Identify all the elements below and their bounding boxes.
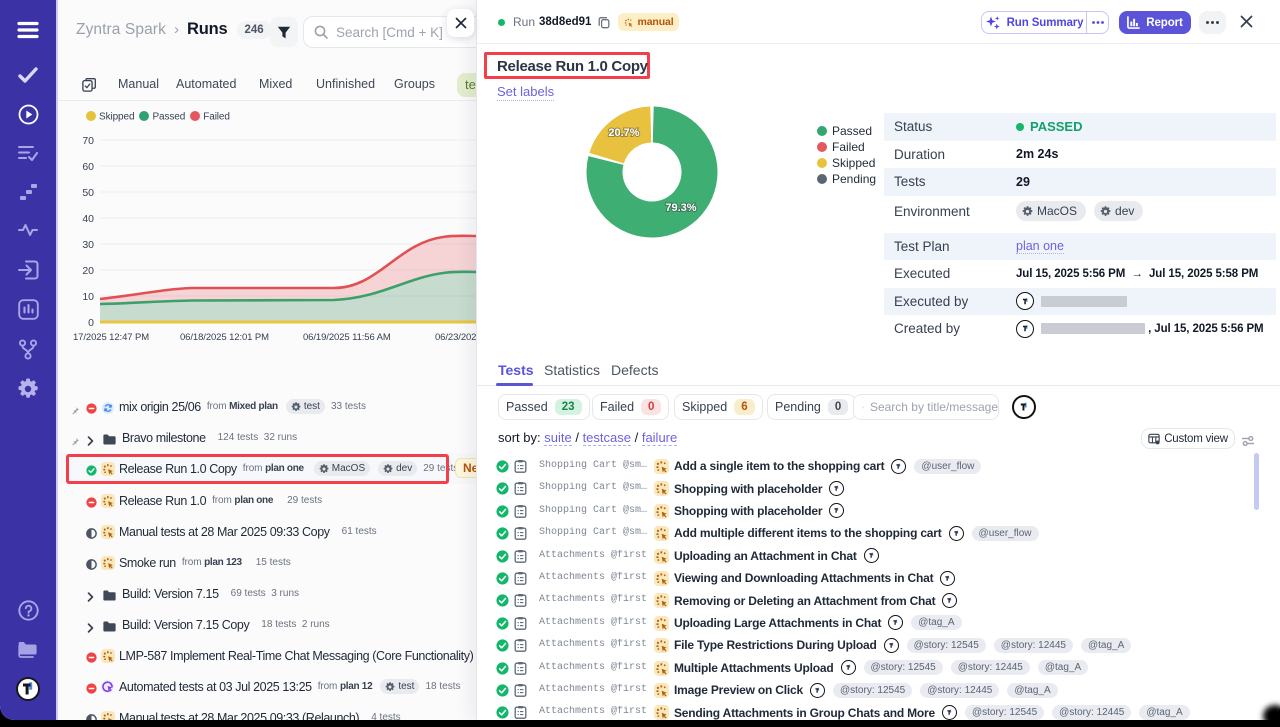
svg-text:60: 60 bbox=[82, 161, 94, 173]
svg-text:79.3%: 79.3% bbox=[665, 202, 696, 214]
svg-text:10: 10 bbox=[82, 291, 94, 303]
svg-text:0: 0 bbox=[88, 317, 94, 329]
svg-text:20.7%: 20.7% bbox=[608, 127, 639, 139]
svg-text:70: 70 bbox=[82, 135, 94, 147]
svg-text:30: 30 bbox=[82, 239, 94, 251]
svg-text:20: 20 bbox=[82, 265, 94, 277]
svg-text:40: 40 bbox=[82, 213, 94, 225]
svg-text:50: 50 bbox=[82, 187, 94, 199]
